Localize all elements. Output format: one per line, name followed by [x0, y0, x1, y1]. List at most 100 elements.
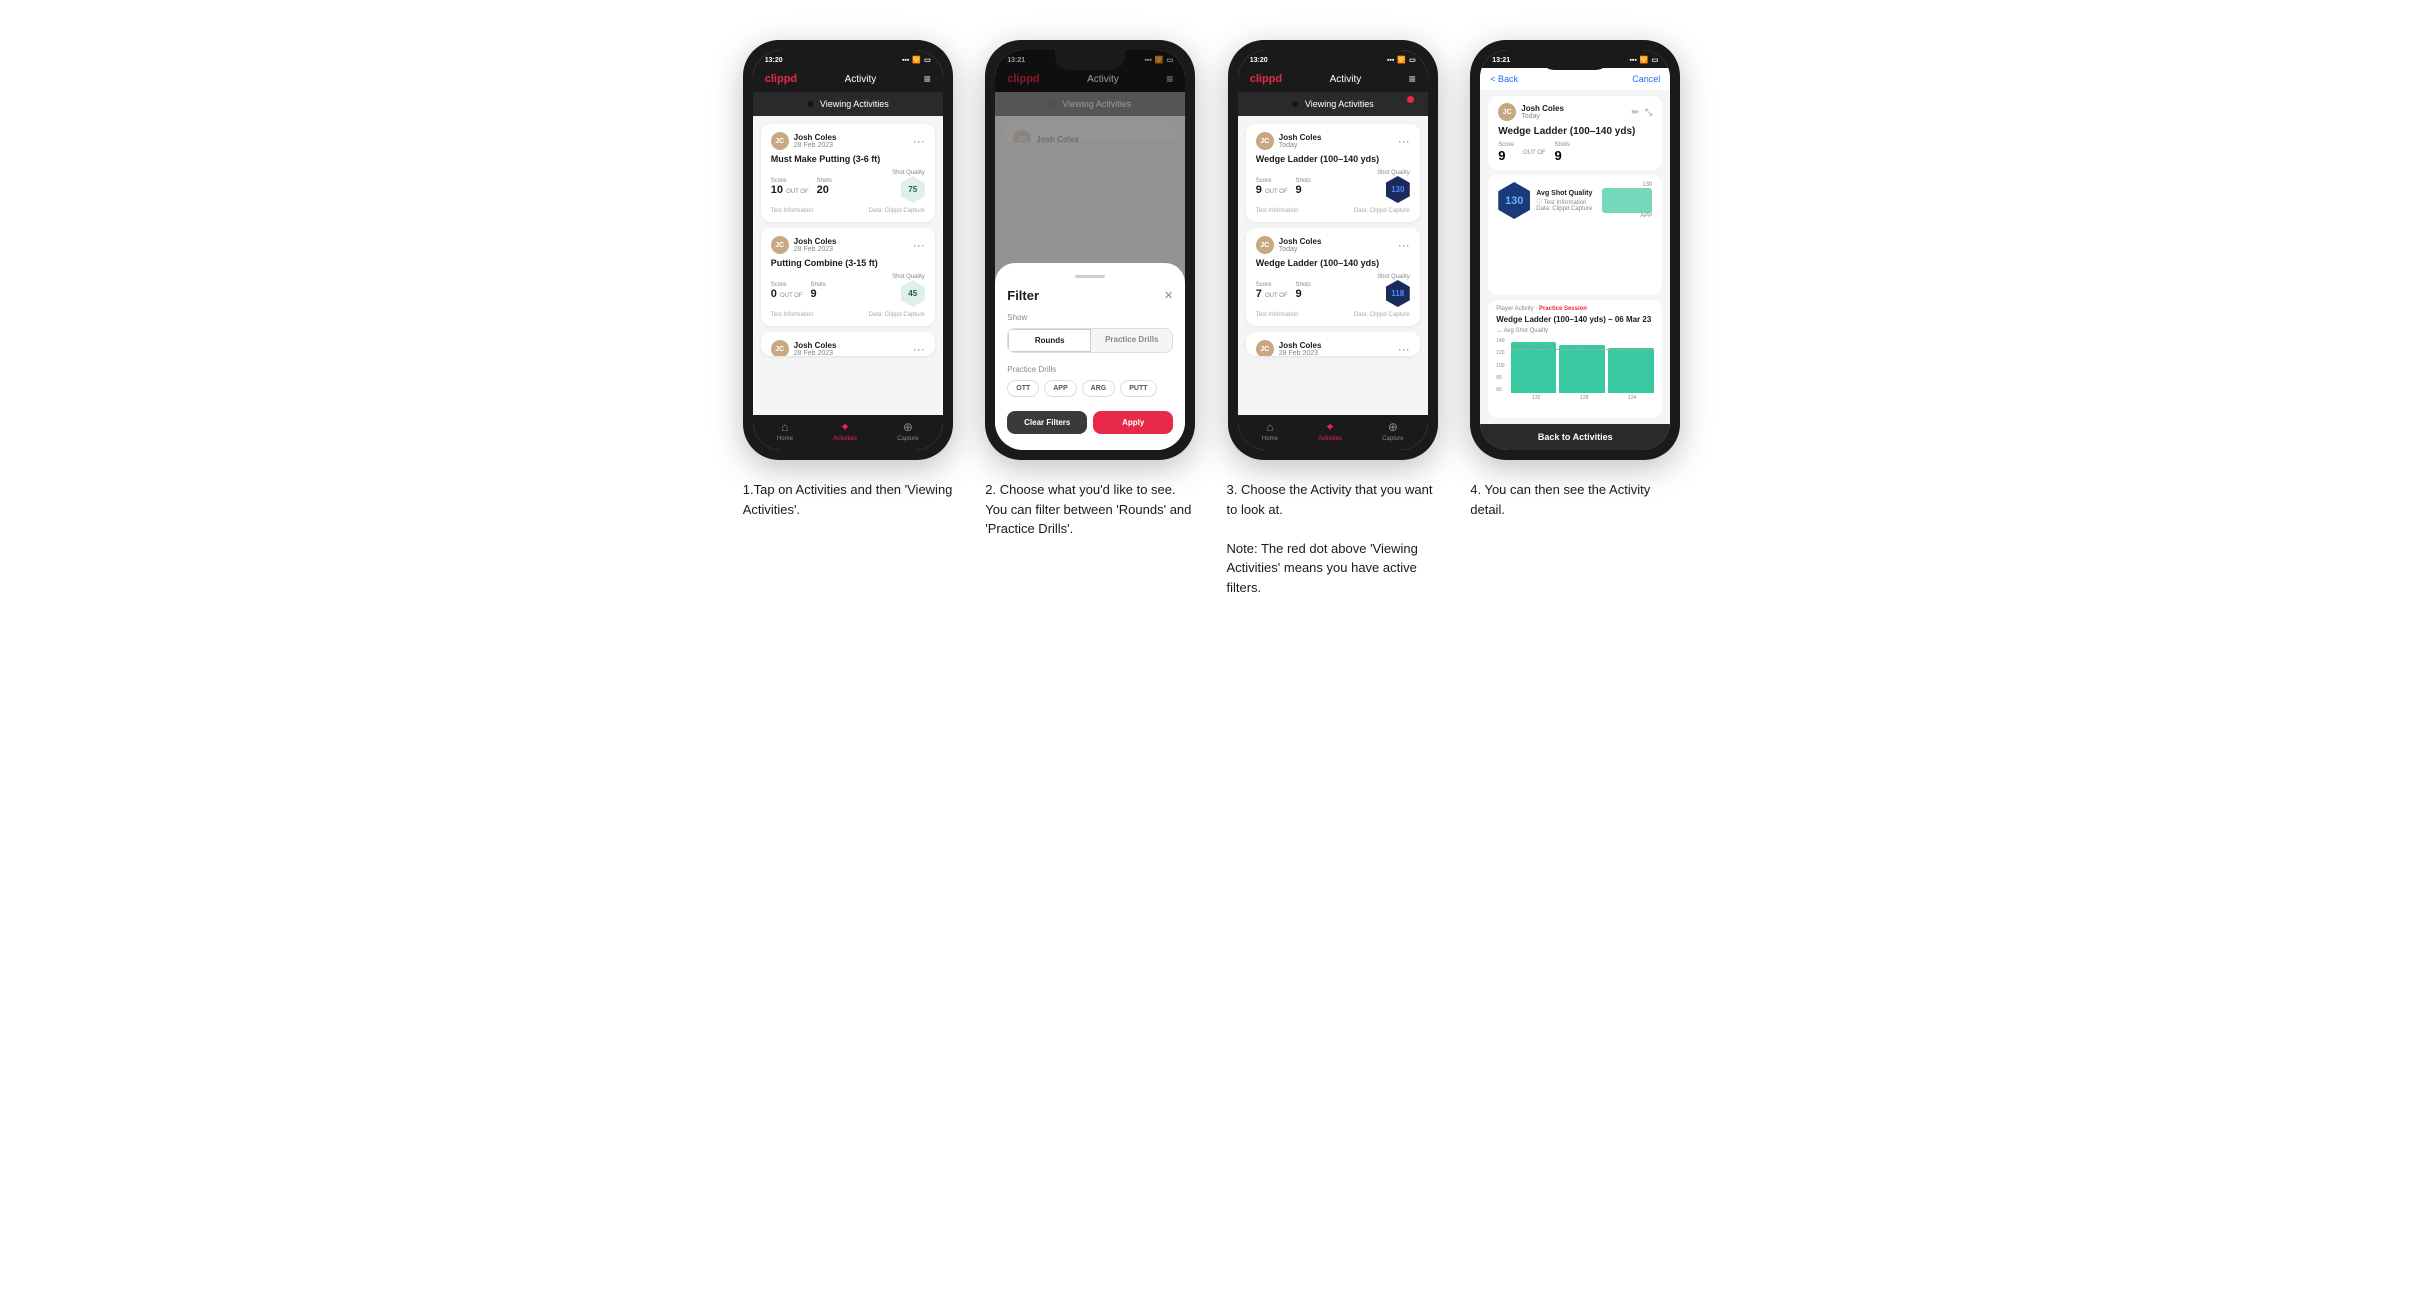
signal-icon-3: ▪▪▪	[1387, 57, 1394, 64]
screen3-card-2-stats: Score 7 OUT OF Shots 9	[1256, 274, 1410, 307]
user-date-3: 28 Feb 2023	[794, 350, 837, 356]
expand-icon-detail[interactable]: ⤡	[1645, 107, 1652, 118]
filter-practice-btn[interactable]: Practice Drills	[1091, 329, 1172, 352]
phone-1-screen: 13:20 ▪▪▪ 🛜 ▭ clippd Activity ≡ ⚙ Vie	[753, 50, 943, 450]
step-1-description: 1.Tap on Activities and then 'Viewing Ac…	[743, 480, 953, 519]
filter-close-icon[interactable]: ✕	[1164, 289, 1173, 302]
avatar-1: JC	[771, 132, 789, 150]
filter-pill-arg[interactable]: ARG	[1082, 380, 1116, 397]
screen3-card-2-title: Wedge Ladder (100–140 yds)	[1256, 258, 1410, 268]
screen3-card-1[interactable]: JC Josh Coles Today ··· Wedge Ladder (10…	[1246, 124, 1420, 222]
filter-pill-ott[interactable]: OTT	[1007, 380, 1039, 397]
phone-2-screen: 13:21 ▪▪▪ 🛜 ▭ clippd Activity ≡ ⚙ Vie	[995, 50, 1185, 450]
nav-activities-1[interactable]: ✦ Activities	[833, 420, 857, 442]
step-3-column: 13:20 ▪▪▪ 🛜 ▭ clippd Activity ≡ ⚙ Vie	[1227, 40, 1440, 597]
dots-menu-3[interactable]: ···	[913, 342, 925, 356]
practice-session-label: Practice Session	[1539, 306, 1587, 312]
detail-user-date: Today	[1521, 113, 1564, 120]
dots-menu-1[interactable]: ···	[913, 134, 925, 148]
detail-user-info: Josh Coles Today	[1521, 104, 1564, 120]
back-to-activities-button[interactable]: Back to Activities	[1480, 424, 1670, 450]
dots-menu-s3-2[interactable]: ···	[1398, 238, 1410, 252]
dots-menu-s3-1[interactable]: ···	[1398, 134, 1410, 148]
menu-icon-3[interactable]: ≡	[1409, 72, 1416, 86]
screen3-card-3-partial[interactable]: JC Josh Coles 28 Feb 2023 ···	[1246, 332, 1420, 356]
user-info-s3-1: Josh Coles Today	[1279, 133, 1322, 149]
phone-1-viewing-banner[interactable]: ⚙ Viewing Activities	[753, 92, 943, 116]
menu-icon-1[interactable]: ≡	[924, 72, 931, 86]
filter-pill-app[interactable]: APP	[1044, 380, 1076, 397]
phone-3-content: JC Josh Coles Today ··· Wedge Ladder (10…	[1238, 116, 1428, 415]
player-activity-label: Player Activity · Practice Session	[1496, 306, 1654, 312]
avatar-s3-3: JC	[1256, 340, 1274, 356]
user-date-s3-2: Today	[1279, 246, 1322, 253]
nav-home-1[interactable]: ⌂ Home	[777, 420, 793, 442]
activity-card-1[interactable]: JC Josh Coles 28 Feb 2023 ··· Must Make …	[761, 124, 935, 222]
shots-value-2: 9	[811, 288, 826, 300]
red-dot-3	[1407, 96, 1414, 103]
shots-group-s3-1: Shots 9	[1296, 178, 1311, 196]
score-group-1: Score 10 OUT OF	[771, 178, 809, 196]
sq-label-s3-2: Shot Quality	[1377, 274, 1410, 280]
activity-card-2[interactable]: JC Josh Coles 28 Feb 2023 ··· Putting Co…	[761, 228, 935, 326]
phone-1-status-icons: ▪▪▪ 🛜 ▭	[902, 56, 931, 64]
filter-rounds-btn[interactable]: Rounds	[1008, 329, 1091, 352]
detail-score-col: Score 9	[1498, 142, 1514, 163]
screen3-card-1-header: JC Josh Coles Today ···	[1256, 132, 1410, 150]
card-2-footer: Test Information Data: Clippd Capture	[771, 312, 925, 318]
avg-sq-info: Avg Shot Quality ⓘ Test Information Data…	[1536, 190, 1592, 212]
nav-home-3[interactable]: ⌂ Home	[1262, 420, 1278, 442]
filter-show-label: Show	[1007, 313, 1173, 322]
step-3-description: 3. Choose the Activity that you want to …	[1227, 480, 1440, 597]
clippd-logo-1: clippd	[765, 73, 797, 85]
sq-badge-s3-2: 118	[1386, 280, 1410, 307]
screen3-card-2-footer: Test Information Data: Clippd Capture	[1256, 312, 1410, 318]
score-value-s3-1: 9 OUT OF	[1256, 184, 1288, 196]
cancel-button[interactable]: Cancel	[1632, 74, 1660, 84]
home-label-3: Home	[1262, 436, 1278, 442]
activities-label-1: Activities	[833, 436, 857, 442]
nav-capture-1[interactable]: ⊕ Capture	[897, 420, 918, 442]
signal-icon: ▪▪▪	[902, 57, 909, 64]
phone-4-notch	[1540, 50, 1610, 70]
dots-menu-s3-3[interactable]: ···	[1398, 342, 1410, 356]
nav-capture-3[interactable]: ⊕ Capture	[1382, 420, 1403, 442]
filter-pd-label: Practice Drills	[1007, 365, 1173, 374]
screen3-card-3-header: JC Josh Coles 28 Feb 2023 ···	[1256, 340, 1410, 356]
phone-2-notch	[1055, 50, 1125, 70]
phone-1-nav: clippd Activity ≡	[753, 68, 943, 92]
detail-header-card: JC Josh Coles Today ✏ ⤡ Wedg	[1488, 96, 1662, 170]
detail-content: JC Josh Coles Today ✏ ⤡ Wedg	[1480, 90, 1670, 424]
clear-filters-button[interactable]: Clear Filters	[1007, 411, 1087, 434]
filter-sheet: Filter ✕ Show Rounds Practice Drills Pra…	[995, 263, 1185, 450]
detail-actions: ✏ ⤡	[1632, 107, 1653, 118]
card-2-title: Putting Combine (3-15 ft)	[771, 258, 925, 268]
user-name-3: Josh Coles	[794, 341, 837, 350]
nav-activities-3[interactable]: ✦ Activities	[1318, 420, 1342, 442]
back-button[interactable]: < Back	[1490, 74, 1518, 84]
bar-3	[1608, 348, 1654, 393]
apply-filters-button[interactable]: Apply	[1093, 411, 1173, 434]
bar-labels: 132 129 124	[1496, 395, 1654, 401]
screen3-card-2-user: JC Josh Coles Today	[1256, 236, 1322, 254]
edit-icon-detail[interactable]: ✏	[1632, 107, 1640, 118]
activity-card-3-partial[interactable]: JC Josh Coles 28 Feb 2023 ···	[761, 332, 935, 356]
sq-label-1: Shot Quality	[892, 170, 925, 176]
capture-icon-1: ⊕	[903, 420, 913, 434]
card-2-data-source: Data: Clippd Capture	[869, 312, 925, 318]
card-3-user-partial: JC Josh Coles 28 Feb 2023	[771, 340, 837, 356]
user-info-s3-2: Josh Coles Today	[1279, 237, 1322, 253]
score-value-1: 10 OUT OF	[771, 184, 809, 196]
shots-value-1: 20	[817, 184, 832, 196]
screen3-card-1-title: Wedge Ladder (100–140 yds)	[1256, 154, 1410, 164]
capture-icon-3: ⊕	[1388, 420, 1398, 434]
filter-icon-3: ⚙	[1292, 100, 1299, 109]
avatar-s3-1: JC	[1256, 132, 1274, 150]
dots-menu-2[interactable]: ···	[913, 238, 925, 252]
filter-pill-putt[interactable]: PUTT	[1120, 380, 1156, 397]
phone-3-viewing-banner[interactable]: ⚙ Viewing Activities	[1238, 92, 1428, 116]
clippd-logo-3: clippd	[1250, 73, 1282, 85]
home-icon-1: ⌂	[781, 420, 788, 434]
screen3-card-2[interactable]: JC Josh Coles Today ··· Wedge Ladder (10…	[1246, 228, 1420, 326]
battery-icon-4: ▭	[1652, 56, 1659, 64]
